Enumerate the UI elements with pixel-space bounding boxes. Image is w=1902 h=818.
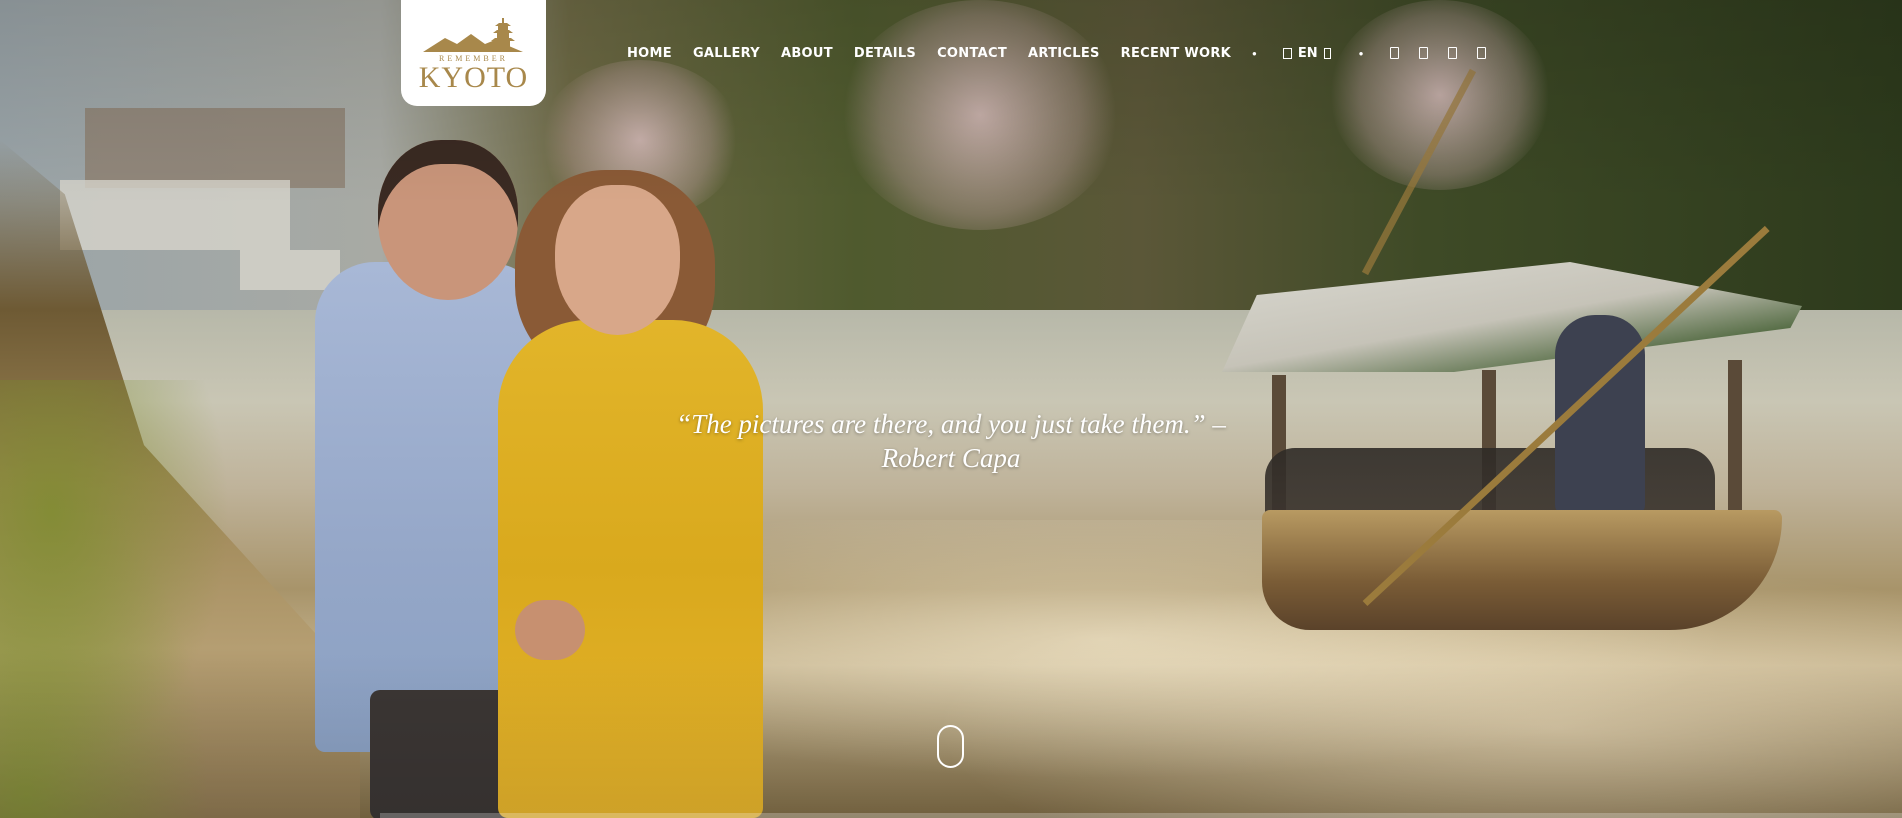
language-switcher[interactable]: EN — [1282, 45, 1331, 61]
nav-item-details[interactable]: DETAILS — [854, 46, 916, 61]
pagoda-mountain-icon — [423, 18, 523, 52]
social-links — [1389, 47, 1506, 59]
nav-item-home[interactable]: HOME — [627, 46, 672, 61]
nav-separator-dot: ● — [1252, 48, 1257, 58]
nav-separator-dot: ● — [1358, 48, 1364, 58]
main-navigation: HOME GALLERY ABOUT DETAILS CONTACT ARTIC… — [627, 44, 1506, 62]
quote-text: “The pictures are there, and you just ta… — [676, 409, 1226, 439]
quote-author: Robert Capa — [881, 443, 1021, 473]
nav-item-recent-work[interactable]: RECENT WORK — [1121, 46, 1231, 61]
language-label: EN — [1297, 45, 1318, 61]
site-logo[interactable]: REMEMBER KYOTO — [401, 0, 546, 106]
nav-item-gallery[interactable]: GALLERY — [693, 46, 760, 61]
facebook-icon[interactable] — [1389, 47, 1399, 59]
instagram-icon[interactable] — [1418, 47, 1428, 59]
globe-icon — [1282, 47, 1292, 59]
nav-item-contact[interactable]: CONTACT — [937, 46, 1007, 61]
nav-item-about[interactable]: ABOUT — [781, 46, 833, 61]
nav-item-articles[interactable]: ARTICLES — [1028, 46, 1100, 61]
pinterest-icon[interactable] — [1476, 47, 1486, 59]
logo-wordmark: KYOTO — [418, 61, 529, 94]
twitter-icon[interactable] — [1447, 47, 1457, 59]
hero-quote: “The pictures are there, and you just ta… — [560, 407, 1342, 475]
section-bottom-edge — [380, 813, 1902, 818]
chevron-down-icon — [1323, 47, 1331, 59]
mouse-scroll-icon[interactable] — [937, 725, 964, 768]
